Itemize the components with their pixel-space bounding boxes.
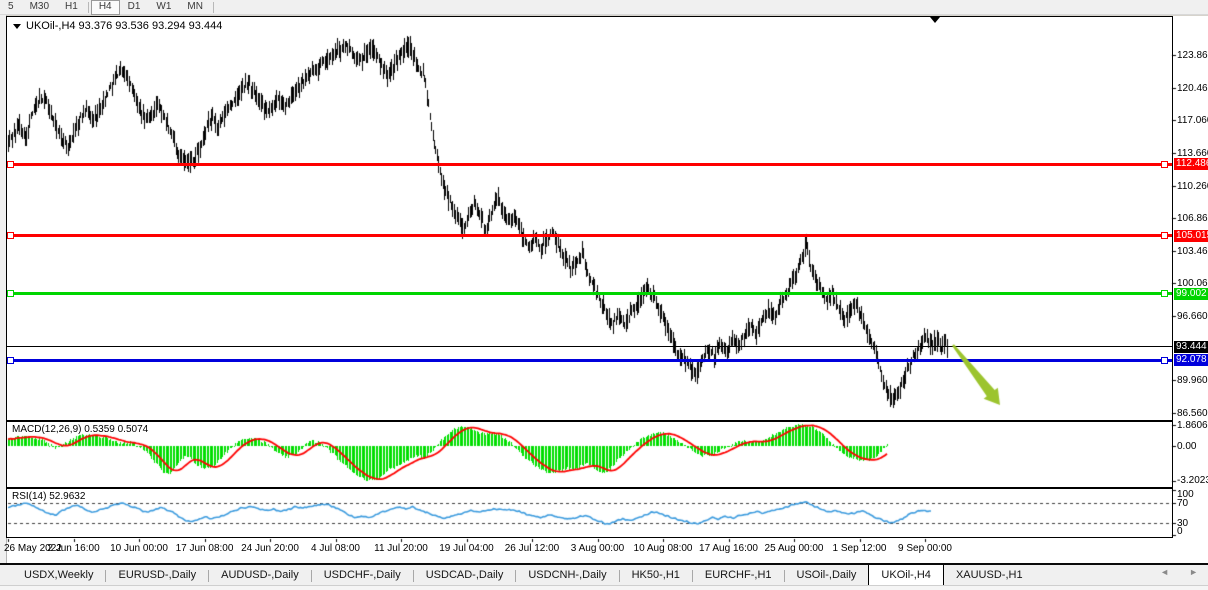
timeframe-button-m30[interactable]: M30 bbox=[22, 1, 57, 13]
timeframe-button-mn[interactable]: MN bbox=[179, 1, 211, 13]
macd-label: MACD(12,26,9) 0.5359 0.5074 bbox=[12, 424, 148, 435]
tab-ukoil-h4[interactable]: UKOil-,H4 bbox=[868, 565, 944, 587]
price-axis-tick-label: 120.460 bbox=[1177, 83, 1208, 94]
symbol-tab-bar: USDX,WeeklyEURUSD-,DailyAUDUSD-,DailyUSD… bbox=[0, 563, 1208, 587]
tab-scroll-right-icon[interactable]: ► bbox=[1189, 567, 1198, 577]
rsi-axis-label: 70 bbox=[1177, 498, 1208, 509]
price-axis-tick-label: 86.560 bbox=[1177, 408, 1208, 419]
date-axis-label: 10 Aug 08:00 bbox=[634, 543, 693, 554]
date-axis-label: 17 Jun 08:00 bbox=[176, 543, 234, 554]
tab-usdchf-daily[interactable]: USDCHF-,Daily bbox=[312, 565, 413, 587]
tab-hk50-h1[interactable]: HK50-,H1 bbox=[620, 565, 692, 587]
support-line-blue-handle[interactable] bbox=[1161, 357, 1168, 364]
timeframe-button-5[interactable]: 5 bbox=[0, 1, 22, 13]
date-axis-label: 17 Aug 16:00 bbox=[699, 543, 758, 554]
macd-axis-label: -3.2023 bbox=[1177, 475, 1208, 486]
price-axis-tick-label: 117.060 bbox=[1177, 115, 1208, 126]
timeframe-toolbar: 5M30H1 H4D1W1MN bbox=[0, 0, 1208, 15]
timeframe-button-d1[interactable]: D1 bbox=[120, 1, 149, 13]
support-line-green[interactable] bbox=[7, 292, 1172, 295]
resistance-line-1-price-label: 112.486 bbox=[1174, 158, 1208, 170]
tab-usoil-daily[interactable]: USOil-,Daily bbox=[785, 565, 869, 587]
price-axis[interactable] bbox=[1174, 16, 1208, 537]
status-strip bbox=[0, 585, 1208, 590]
current-price-line[interactable] bbox=[7, 346, 1172, 347]
date-axis-label: 24 Jun 20:00 bbox=[241, 543, 299, 554]
date-axis-label: 19 Jul 04:00 bbox=[439, 543, 494, 554]
resistance-line-2[interactable] bbox=[7, 234, 1172, 237]
date-axis-label: 26 Jul 12:00 bbox=[505, 543, 560, 554]
price-axis-tick-label: 103.460 bbox=[1177, 246, 1208, 257]
support-line-blue[interactable] bbox=[7, 359, 1172, 362]
price-axis-tick-label: 110.260 bbox=[1177, 181, 1208, 192]
date-axis-label: 3 Aug 00:00 bbox=[571, 543, 624, 554]
date-axis-label: 2 Jun 16:00 bbox=[47, 543, 99, 554]
date-axis-label: 11 Jul 20:00 bbox=[374, 543, 428, 554]
toolbar-separator bbox=[88, 2, 89, 13]
chart-dropdown-icon[interactable] bbox=[13, 24, 21, 29]
support-line-blue-price-label: 92.078 bbox=[1174, 354, 1208, 366]
toolbar-separator bbox=[213, 2, 214, 13]
tab-eurchf-h1[interactable]: EURCHF-,H1 bbox=[693, 565, 784, 587]
tab-eurusd-daily[interactable]: EURUSD-,Daily bbox=[106, 565, 208, 587]
macd-axis-label: 1.8606 bbox=[1177, 420, 1208, 431]
timeframe-button-w1[interactable]: W1 bbox=[148, 1, 179, 13]
chart-title-text: UKOil-,H4 93.376 93.536 93.294 93.444 bbox=[26, 20, 222, 32]
timeframe-button-h4[interactable]: H4 bbox=[91, 0, 120, 15]
tab-usdx-weekly[interactable]: USDX,Weekly bbox=[12, 565, 105, 587]
resistance-line-1-handle[interactable] bbox=[1161, 161, 1168, 168]
current-price-line-price-label: 93.444 bbox=[1174, 341, 1208, 353]
date-axis-label: 25 Aug 00:00 bbox=[765, 543, 824, 554]
price-axis-tick-label: 123.860 bbox=[1177, 50, 1208, 61]
rsi-pane[interactable] bbox=[6, 488, 1173, 538]
resistance-line-2-handle[interactable] bbox=[7, 232, 14, 239]
resistance-line-1[interactable] bbox=[7, 163, 1172, 166]
tab-audusd-daily[interactable]: AUDUSD-,Daily bbox=[209, 565, 311, 587]
rsi-label: RSI(14) 52.9632 bbox=[12, 491, 85, 502]
resistance-line-2-handle[interactable] bbox=[1161, 232, 1168, 239]
chart-title: UKOil-,H4 93.376 93.536 93.294 93.444 bbox=[13, 20, 222, 32]
price-axis-tick-label: 89.960 bbox=[1177, 375, 1208, 386]
date-axis-label: 1 Sep 12:00 bbox=[833, 543, 887, 554]
date-axis-label: 9 Sep 00:00 bbox=[898, 543, 952, 554]
support-line-green-handle[interactable] bbox=[7, 290, 14, 297]
chart-shift-marker-icon[interactable] bbox=[930, 17, 940, 23]
tab-scroll-buttons: ◄ ► bbox=[1160, 567, 1198, 577]
timeframe-button-h1[interactable]: H1 bbox=[57, 1, 86, 13]
support-line-green-handle[interactable] bbox=[1161, 290, 1168, 297]
resistance-line-2-price-label: 105.015 bbox=[1174, 230, 1208, 242]
tab-usdcnh-daily[interactable]: USDCNH-,Daily bbox=[516, 565, 618, 587]
macd-axis-label: 0.00 bbox=[1177, 441, 1208, 452]
rsi-axis-label: 0 bbox=[1177, 526, 1208, 537]
tab-xauusd-h1[interactable]: XAUUSD-,H1 bbox=[944, 565, 1035, 587]
price-axis-tick-label: 106.860 bbox=[1177, 213, 1208, 224]
resistance-line-1-handle[interactable] bbox=[7, 161, 14, 168]
date-axis-label: 10 Jun 00:00 bbox=[110, 543, 168, 554]
macd-pane[interactable] bbox=[6, 421, 1173, 488]
tab-scroll-left-icon[interactable]: ◄ bbox=[1160, 567, 1169, 577]
date-axis-label: 4 Jul 08:00 bbox=[311, 543, 360, 554]
tab-usdcad-daily[interactable]: USDCAD-,Daily bbox=[414, 565, 516, 587]
support-line-blue-handle[interactable] bbox=[7, 357, 14, 364]
support-line-green-price-label: 99.002 bbox=[1174, 288, 1208, 300]
price-axis-tick-label: 96.660 bbox=[1177, 311, 1208, 322]
